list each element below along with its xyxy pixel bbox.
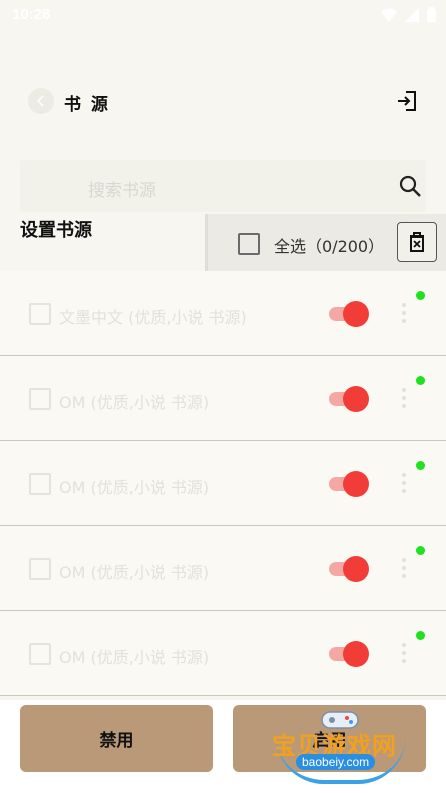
import-button[interactable] — [394, 88, 420, 114]
select-all-checkbox[interactable] — [238, 233, 260, 255]
search-input[interactable]: 搜索书源 — [20, 160, 426, 212]
disable-button[interactable]: 禁用 — [20, 705, 213, 772]
enable-toggle[interactable] — [329, 641, 371, 667]
watermark-logo: 宝贝游戏网 baobeiy.com — [268, 706, 418, 786]
source-name: OM (优质,小说 书源) — [59, 648, 210, 667]
item-checkbox[interactable] — [29, 558, 51, 580]
online-status-dot — [416, 461, 425, 470]
more-vert-icon[interactable] — [398, 643, 410, 665]
selection-toolbar: 全选（0/200） — [205, 214, 446, 271]
select-all-label: 全选（0/200） — [274, 237, 385, 256]
online-status-dot — [416, 546, 425, 555]
back-button[interactable] — [28, 88, 54, 114]
status-bar: 10:28 — [0, 0, 446, 30]
list-item[interactable]: OM (优质,小说 书源) — [0, 356, 446, 441]
app-bar: 书 源 — [0, 70, 446, 130]
list-item[interactable]: OM (优质,小说 书源) — [0, 526, 446, 611]
enable-toggle[interactable] — [329, 386, 371, 412]
enable-toggle[interactable] — [329, 301, 371, 327]
more-vert-icon[interactable] — [398, 303, 410, 325]
back-arrow-icon — [36, 95, 44, 107]
list-item[interactable]: 文墨中文 (优质,小说 书源) — [0, 271, 446, 356]
delete-icon — [410, 232, 424, 252]
search-icon[interactable] — [398, 174, 422, 198]
battery-icon — [427, 7, 436, 22]
online-status-dot — [416, 376, 425, 385]
item-checkbox[interactable] — [29, 643, 51, 665]
source-list: 文墨中文 (优质,小说 书源) OM (优质,小说 书源) OM (优质,小说 … — [0, 271, 446, 696]
source-name: OM (优质,小说 书源) — [59, 393, 210, 412]
delete-button[interactable] — [397, 222, 437, 262]
source-name: OM (优质,小说 书源) — [59, 478, 210, 497]
more-vert-icon[interactable] — [398, 473, 410, 495]
status-icons — [381, 7, 436, 22]
item-checkbox[interactable] — [29, 473, 51, 495]
item-checkbox[interactable] — [29, 388, 51, 410]
signal-icon — [405, 7, 419, 22]
watermark-url: baobeiy.com — [296, 754, 376, 770]
status-time: 10:28 — [12, 6, 51, 23]
search-placeholder: 搜索书源 — [88, 181, 156, 201]
list-item[interactable]: OM (优质,小说 书源) — [0, 611, 446, 696]
list-item[interactable]: OM (优质,小说 书源) — [0, 441, 446, 526]
online-status-dot — [416, 291, 425, 300]
enable-toggle[interactable] — [329, 556, 371, 582]
wifi-icon — [381, 8, 397, 22]
source-name: 文墨中文 (优质,小说 书源) — [59, 308, 247, 327]
more-vert-icon[interactable] — [398, 388, 410, 410]
enable-toggle[interactable] — [329, 471, 371, 497]
item-checkbox[interactable] — [29, 303, 51, 325]
import-icon — [398, 91, 416, 111]
source-name: OM (优质,小说 书源) — [59, 563, 210, 582]
more-vert-icon[interactable] — [398, 558, 410, 580]
page-title: 书 源 — [64, 95, 110, 115]
section-title: 设置书源 — [20, 220, 92, 241]
online-status-dot — [416, 631, 425, 640]
